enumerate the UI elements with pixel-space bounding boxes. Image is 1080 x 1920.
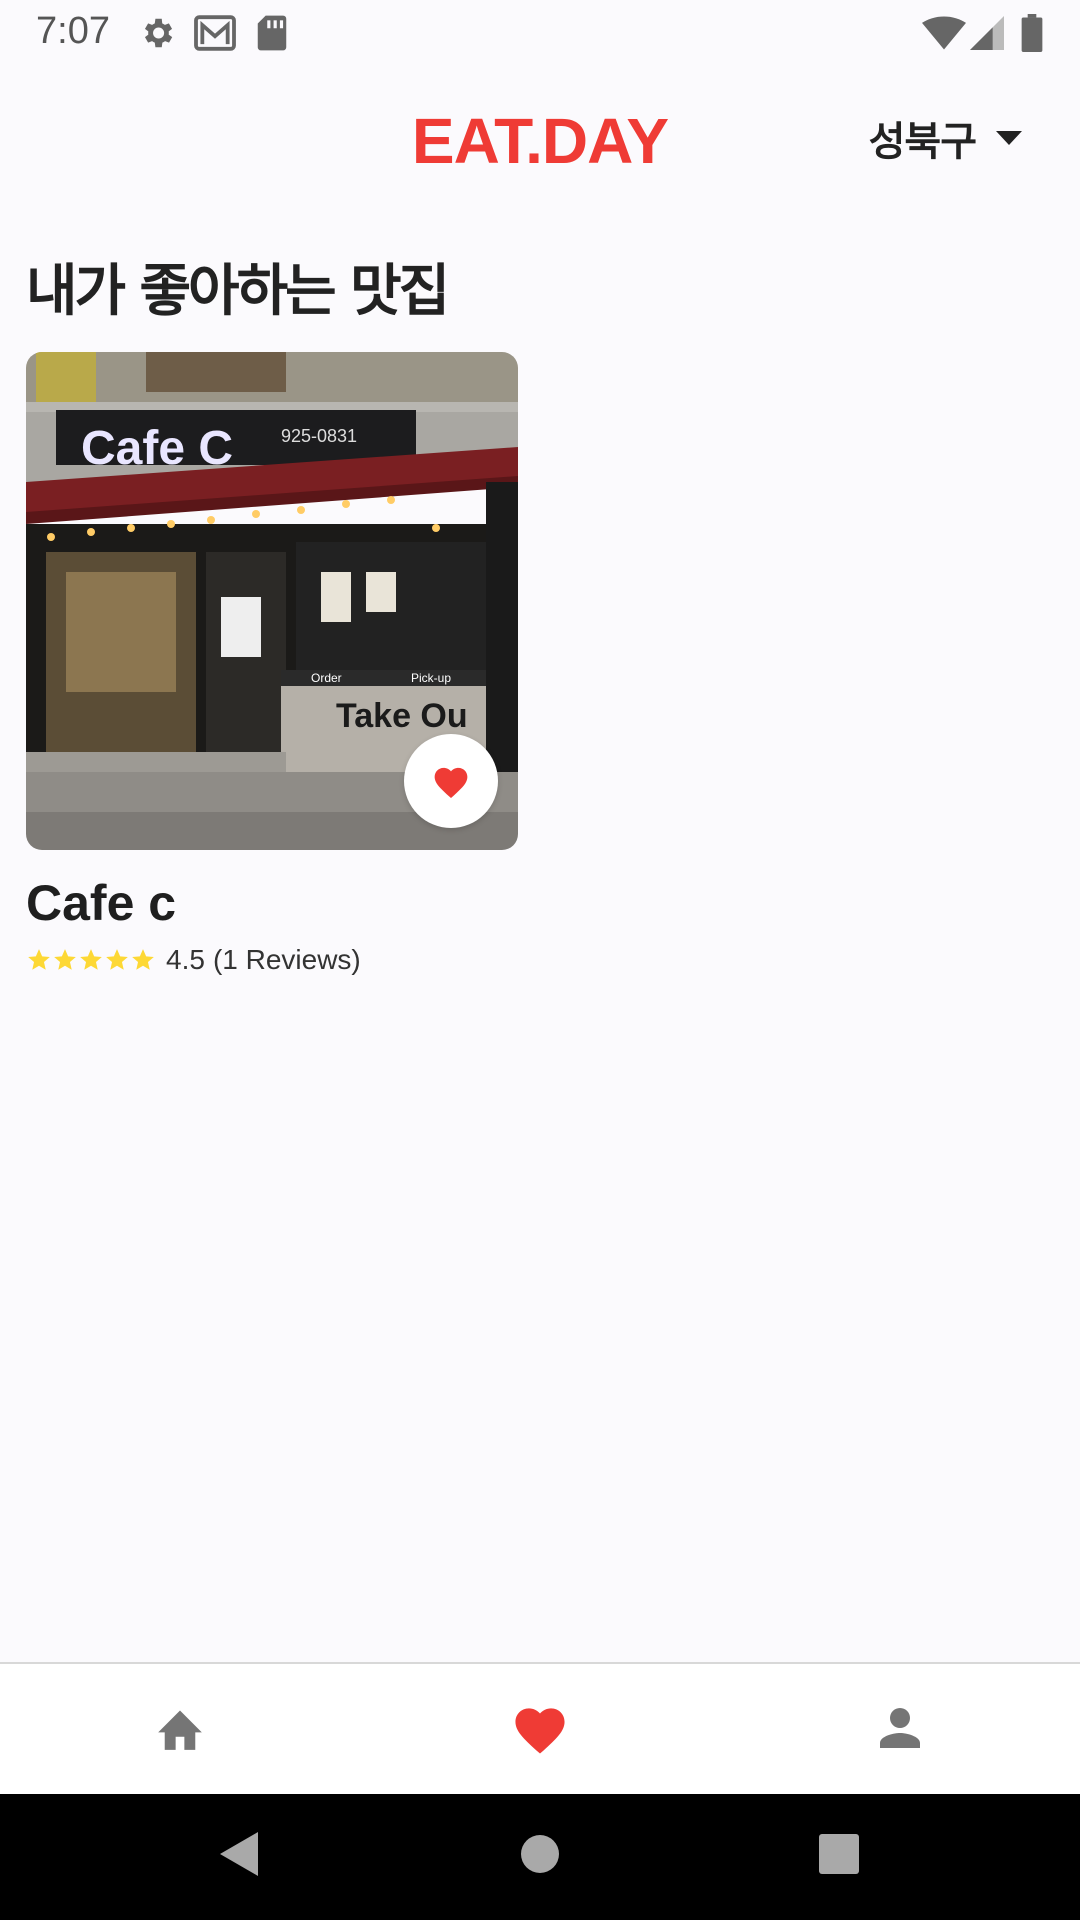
person-icon [880, 1708, 920, 1748]
gmail-icon [194, 15, 236, 51]
favorite-button[interactable] [404, 734, 498, 828]
district-label: 성북구 [868, 119, 977, 165]
rating-value: 4.5 [166, 944, 205, 975]
storefront-phone-text: 925-0831 [281, 426, 357, 446]
review-count: (1 Reviews) [212, 944, 361, 975]
chevron-down-icon [996, 131, 1022, 145]
star-icon [106, 949, 128, 970]
star-icon [80, 949, 102, 970]
storefront-sign-text: Cafe C [81, 422, 233, 475]
restaurant-photo[interactable]: Cafe C 925-0831 Order Pick-up Take Ou [26, 352, 518, 850]
bottom-navigation [0, 1662, 1080, 1794]
star-rating [26, 947, 156, 973]
storefront-window-text: Pick-up [411, 671, 451, 685]
wifi-icon [922, 16, 966, 50]
signal-icon [970, 16, 1004, 50]
nav-home-tab[interactable] [150, 1698, 210, 1758]
star-icon [132, 949, 154, 970]
battery-icon [1021, 14, 1043, 52]
star-icon [54, 949, 76, 970]
sd-card-icon [257, 15, 287, 51]
status-time: 7:07 [36, 10, 110, 52]
heart-icon [434, 767, 468, 799]
restaurant-name: Cafe c [26, 875, 177, 931]
system-navigation-bar [0, 1794, 1080, 1920]
restaurant-card[interactable]: Cafe C 925-0831 Order Pick-up Take Ou Ca… [26, 352, 518, 976]
storefront-window-text: Order [311, 671, 342, 685]
back-icon[interactable] [216, 1830, 260, 1878]
district-dropdown[interactable]: 성북구 [869, 110, 1022, 166]
nav-profile-tab[interactable] [870, 1698, 930, 1758]
nav-favorites-tab[interactable] [510, 1698, 570, 1758]
home-icon [158, 1710, 202, 1750]
status-bar: 7:07 [0, 0, 1080, 64]
recents-icon[interactable] [818, 1830, 860, 1878]
storefront-takeout-text: Take Ou [336, 697, 468, 735]
page-title: 내가 좋아하는 맛집 [26, 259, 450, 324]
app-header: EAT.DAY 성북구 [0, 64, 1080, 214]
heart-icon [515, 1708, 565, 1754]
gear-icon [144, 18, 173, 48]
star-icon [28, 949, 50, 970]
rating-row: 4.5 (1 Reviews) [26, 944, 518, 976]
home-circle-icon[interactable] [520, 1830, 560, 1878]
